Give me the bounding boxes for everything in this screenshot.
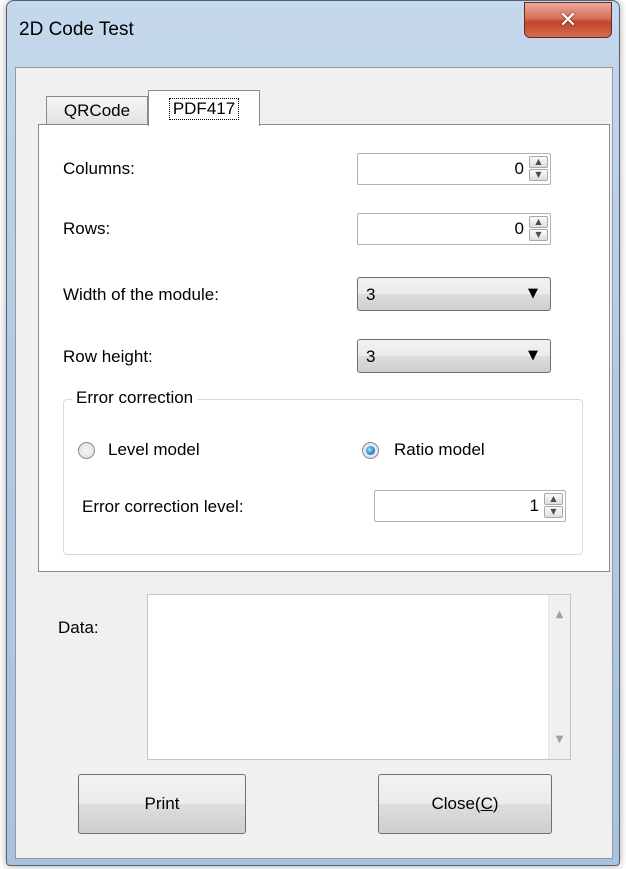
row-height-select[interactable]: 3 ▼ [357, 339, 551, 373]
chevron-down-icon: ▼ [528, 348, 538, 363]
close-x-icon: ✕ [558, 7, 578, 33]
rows-label: Rows: [63, 219, 111, 238]
data-textarea[interactable]: ▲ ▼ [147, 594, 571, 760]
columns-stepper[interactable]: 0 ▲ ▼ [357, 153, 551, 185]
row-height-value: 3 [366, 347, 376, 366]
tab-qrcode-label: QRCode [63, 100, 131, 120]
arrow-up-icon[interactable]: ▲ [529, 216, 548, 228]
ratio-model-label[interactable]: Ratio model [394, 440, 485, 460]
print-button[interactable]: Print [78, 774, 246, 834]
columns-stepper-arrows: ▲ ▼ [529, 156, 548, 182]
close-button-label: Close(C) [431, 794, 499, 813]
window-close-button[interactable]: ✕ [524, 2, 612, 38]
ratio-model-radio[interactable] [362, 442, 379, 459]
arrow-down-icon[interactable]: ▼ [529, 229, 548, 241]
module-width-label: Width of the module: [63, 285, 219, 304]
error-correction-group: Error correction Level model Ratio model… [63, 388, 583, 555]
dialog-window: 2D Code Test ✕ QRCode PDF417 Columns: 0 … [6, 0, 620, 866]
error-level-value: 1 [529, 496, 539, 515]
tab-pdf417-label: PDF417 [168, 97, 240, 120]
rows-value: 0 [514, 219, 524, 238]
title-bar[interactable]: 2D Code Test ✕ [7, 1, 619, 67]
tab-qrcode[interactable]: QRCode [46, 96, 148, 124]
pdf417-tab-panel: Columns: 0 ▲ ▼ Rows: 0 ▲ ▼ Width of the … [38, 124, 610, 572]
arrow-up-icon[interactable]: ▲ [549, 609, 570, 620]
chevron-down-icon: ▼ [528, 286, 538, 301]
error-level-stepper[interactable]: 1 ▲ ▼ [374, 490, 566, 522]
columns-value: 0 [514, 159, 524, 178]
error-level-stepper-arrows: ▲ ▼ [544, 493, 563, 519]
data-scrollbar[interactable]: ▲ ▼ [548, 595, 570, 759]
close-button[interactable]: Close(C) [378, 774, 552, 834]
error-correction-title: Error correction [72, 388, 198, 408]
module-width-select[interactable]: 3 ▼ [357, 277, 551, 311]
rows-stepper[interactable]: 0 ▲ ▼ [357, 213, 551, 245]
data-label: Data: [58, 618, 99, 637]
rows-stepper-arrows: ▲ ▼ [529, 216, 548, 242]
tab-pdf417[interactable]: PDF417 [148, 90, 260, 126]
arrow-down-icon[interactable]: ▼ [529, 169, 548, 181]
arrow-down-icon[interactable]: ▼ [549, 734, 570, 745]
level-model-label[interactable]: Level model [108, 440, 200, 460]
arrow-down-icon[interactable]: ▼ [544, 506, 563, 518]
arrow-up-icon[interactable]: ▲ [544, 493, 563, 505]
dialog-client-area: QRCode PDF417 Columns: 0 ▲ ▼ Rows: 0 ▲ ▼ [15, 67, 613, 859]
module-width-value: 3 [366, 285, 376, 304]
level-model-radio[interactable] [78, 442, 95, 459]
row-height-label: Row height: [63, 347, 153, 366]
window-title: 2D Code Test [19, 19, 134, 40]
arrow-up-icon[interactable]: ▲ [529, 156, 548, 168]
print-button-label: Print [144, 794, 180, 813]
columns-label: Columns: [63, 159, 135, 178]
error-level-label: Error correction level: [82, 497, 244, 516]
